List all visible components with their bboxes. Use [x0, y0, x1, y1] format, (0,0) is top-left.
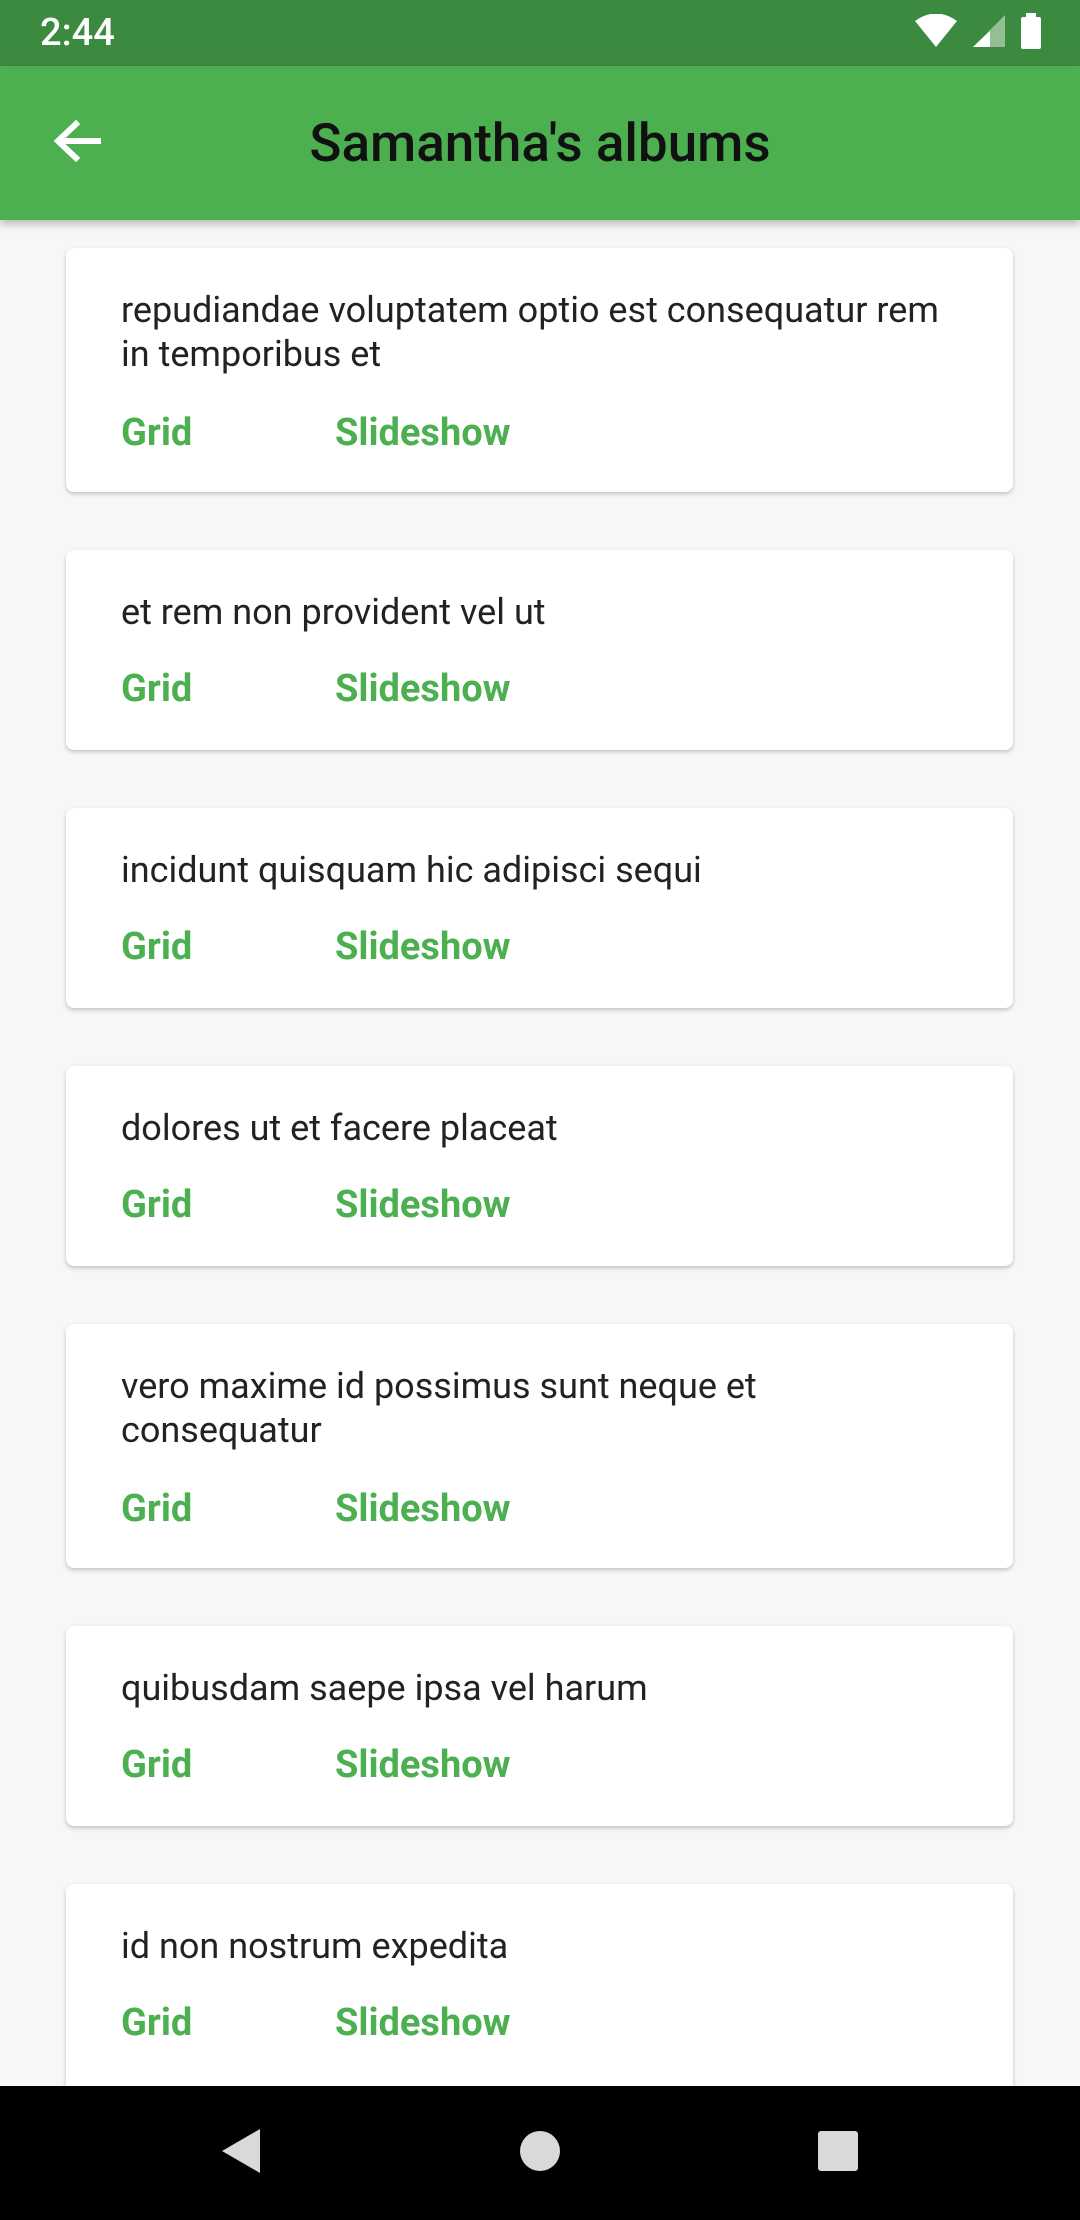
album-title: dolores ut et facere placeat: [121, 1107, 558, 1149]
album-title: repudiandae voluptatem optio est consequ…: [121, 289, 939, 375]
slideshow-button[interactable]: Slideshow: [335, 1484, 511, 1534]
slideshow-button[interactable]: Slideshow: [335, 408, 511, 458]
nav-recents-button[interactable]: [808, 2123, 868, 2183]
nav-back-button[interactable]: [210, 2123, 270, 2183]
album-card[interactable]: vero maxime id possimus sunt neque et co…: [66, 1324, 1013, 1568]
battery-icon: [1020, 13, 1042, 53]
album-card[interactable]: quibusdam saepe ipsa vel harum Grid Slid…: [66, 1626, 1013, 1826]
album-card[interactable]: et rem non provident vel ut Grid Slidesh…: [66, 550, 1013, 750]
navigation-bar: [0, 2086, 1080, 2220]
slideshow-button[interactable]: Slideshow: [335, 1180, 511, 1230]
status-time: 2:44: [40, 11, 115, 55]
album-title: id non nostrum expedita: [121, 1925, 509, 1967]
slideshow-button[interactable]: Slideshow: [335, 664, 511, 714]
slideshow-button[interactable]: Slideshow: [335, 1998, 511, 2048]
slideshow-button[interactable]: Slideshow: [335, 922, 511, 972]
album-title: et rem non provident vel ut: [121, 591, 546, 633]
album-card[interactable]: repudiandae voluptatem optio est consequ…: [66, 248, 1013, 492]
album-card[interactable]: id non nostrum expedita Grid Slideshow: [66, 1884, 1013, 2086]
back-triangle-icon: [218, 2126, 262, 2180]
grid-button[interactable]: Grid: [121, 1998, 192, 2048]
app-bar: Samantha's albums: [0, 66, 1080, 220]
album-card[interactable]: incidunt quisquam hic adipisci sequi Gri…: [66, 808, 1013, 1008]
back-button[interactable]: [42, 108, 112, 178]
grid-button[interactable]: Grid: [121, 1484, 192, 1534]
nav-home-button[interactable]: [510, 2123, 570, 2183]
album-list[interactable]: repudiandae voluptatem optio est consequ…: [0, 220, 1080, 2086]
grid-button[interactable]: Grid: [121, 664, 192, 714]
status-bar: 2:44: [0, 0, 1080, 66]
album-title: vero maxime id possimus sunt neque et co…: [121, 1365, 757, 1451]
slideshow-button[interactable]: Slideshow: [335, 1740, 511, 1790]
recents-square-icon: [816, 2129, 860, 2177]
grid-button[interactable]: Grid: [121, 1740, 192, 1790]
signal-icon: [972, 14, 1006, 52]
grid-button[interactable]: Grid: [121, 408, 192, 458]
status-icons: [914, 13, 1042, 53]
grid-button[interactable]: Grid: [121, 922, 192, 972]
page-title: Samantha's albums: [309, 112, 771, 174]
album-title: quibusdam saepe ipsa vel harum: [121, 1667, 648, 1709]
album-card[interactable]: dolores ut et facere placeat Grid Slides…: [66, 1066, 1013, 1266]
arrow-back-icon: [52, 119, 102, 167]
wifi-icon: [914, 13, 958, 52]
grid-button[interactable]: Grid: [121, 1180, 192, 1230]
home-circle-icon: [518, 2129, 562, 2177]
album-title: incidunt quisquam hic adipisci sequi: [121, 849, 702, 891]
